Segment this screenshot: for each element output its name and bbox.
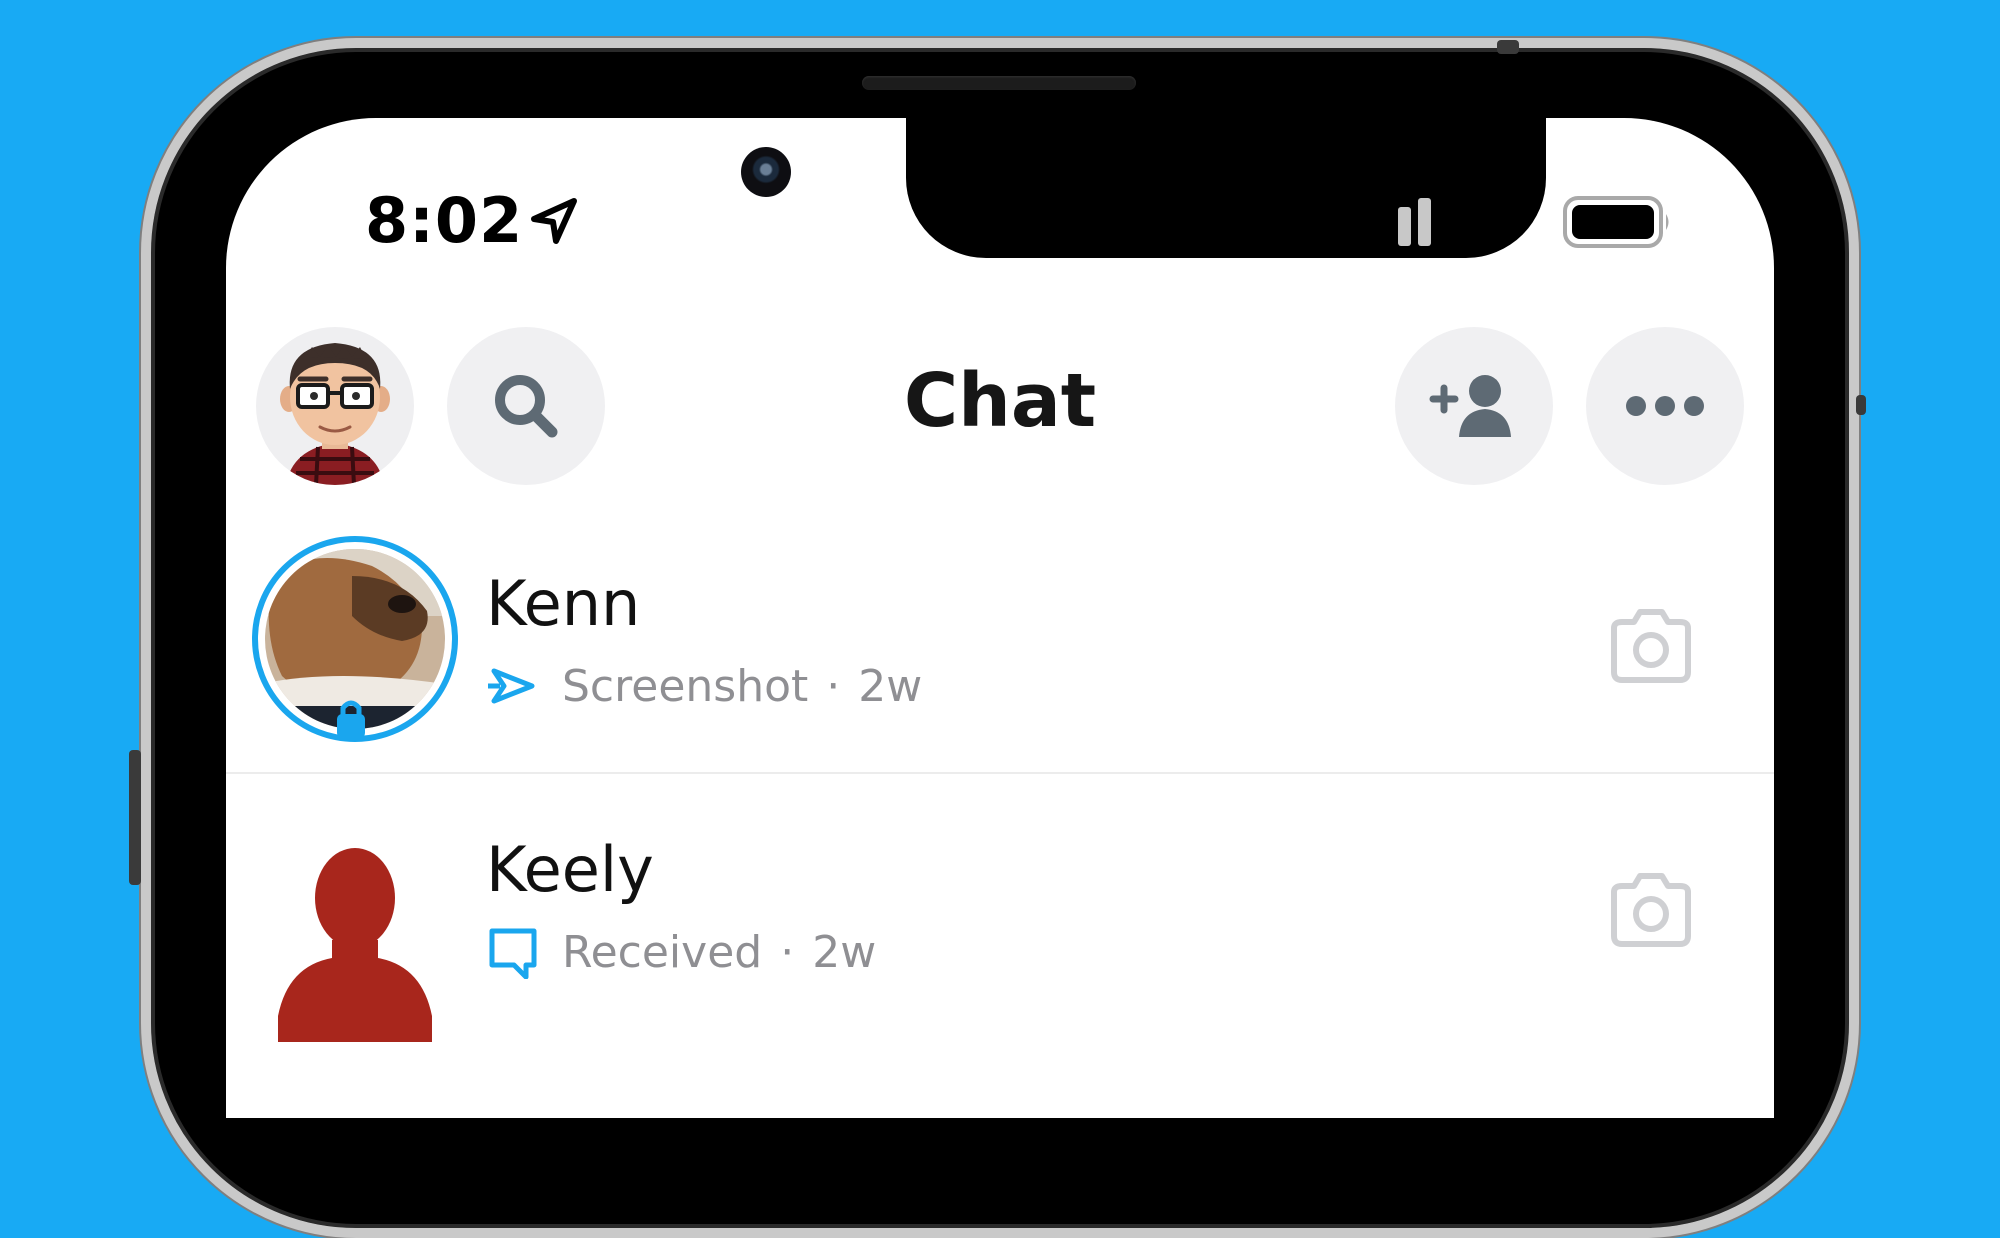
- bitmoji-icon: [280, 343, 390, 485]
- notch: [906, 118, 1546, 258]
- status-time: 8:02: [365, 184, 524, 257]
- status-text: Received: [562, 926, 763, 978]
- status-text: Screenshot: [562, 660, 809, 712]
- front-camera: [741, 147, 791, 197]
- top-button: [1497, 40, 1519, 54]
- screenshot-arrows-icon: [488, 668, 535, 704]
- chat-row-kenn[interactable]: Kenn Screenshot · 2w: [226, 512, 1774, 774]
- camera-reply-icon[interactable]: [1606, 870, 1696, 950]
- status-age: 2w: [858, 660, 923, 712]
- more-icon: [1626, 396, 1704, 416]
- search-button[interactable]: [447, 327, 605, 485]
- cellular-signal-icon: [1358, 198, 1431, 246]
- status-age: 2w: [812, 926, 877, 978]
- chat-bubble-icon: [489, 928, 537, 979]
- chat-status: Screenshot · 2w: [486, 656, 922, 716]
- story-avatar-icon[interactable]: [252, 536, 458, 742]
- camera-reply-icon[interactable]: [1606, 606, 1696, 686]
- friend-name: Keely: [486, 833, 654, 906]
- profile-avatar[interactable]: [256, 327, 414, 485]
- add-friend-button[interactable]: [1395, 327, 1553, 485]
- battery-icon: [1563, 196, 1669, 248]
- power-button: [1856, 395, 1866, 415]
- page-title: Chat: [903, 358, 1097, 444]
- friend-name: Kenn: [486, 567, 641, 640]
- add-friend-icon: [1429, 375, 1511, 437]
- status-separator: ·: [826, 660, 841, 712]
- earpiece-speaker: [862, 76, 1136, 90]
- location-arrow-icon: [531, 198, 577, 244]
- wifi-icon: [1462, 194, 1530, 244]
- chat-row-keely[interactable]: Keely Received · 2w: [226, 776, 1774, 1042]
- default-bitmoji-icon[interactable]: [252, 836, 458, 1042]
- status-separator: ·: [780, 926, 795, 978]
- more-options-button[interactable]: [1586, 327, 1744, 485]
- chat-status: Received · 2w: [486, 922, 876, 982]
- silent-switch: [129, 750, 141, 885]
- search-icon: [495, 375, 558, 438]
